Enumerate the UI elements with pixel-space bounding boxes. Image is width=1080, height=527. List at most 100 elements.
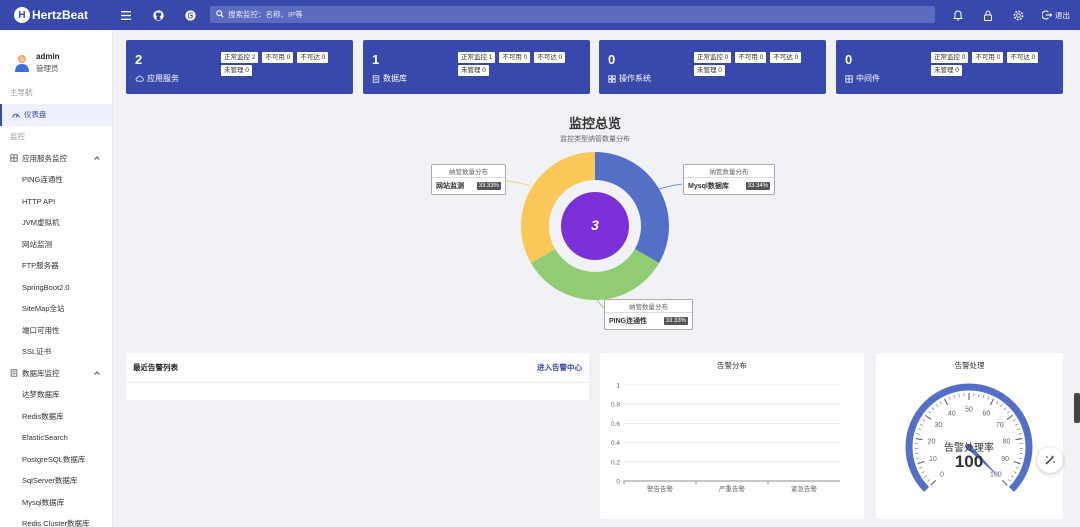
status-tag[interactable]: 未管理 0 — [221, 65, 252, 76]
gauge-tick — [1000, 404, 1003, 407]
gitee-icon[interactable] — [184, 9, 196, 21]
gauge-tick — [1018, 457, 1022, 460]
gauge-tick — [1013, 461, 1021, 465]
gauge-tick — [943, 398, 949, 406]
status-tag[interactable]: 不可达 0 — [297, 52, 329, 63]
recent-alerts-title: 最近告警列表 — [133, 363, 178, 372]
logout-label: 退出 — [1055, 10, 1070, 20]
status-tag[interactable]: 未管理 0 — [458, 65, 489, 76]
gauge-tick — [953, 395, 956, 399]
github-icon[interactable] — [152, 9, 164, 21]
alert-center-link[interactable]: 进入告警中心 — [537, 362, 582, 373]
overview-subtitle: 监控类型纳管数量分布 — [560, 136, 630, 143]
tooltip-percent: 33.34% — [745, 182, 770, 190]
menu-icon[interactable] — [120, 9, 132, 21]
user-info[interactable]: admin 管理员 — [0, 30, 112, 82]
magic-wand-icon — [1045, 455, 1055, 465]
middleware-icon — [845, 74, 853, 83]
card-label: 数据库 — [383, 74, 407, 83]
gauge-tick — [939, 401, 942, 405]
donut-center-total: 3 — [591, 217, 599, 233]
tooltip-percent: 33.33% — [663, 317, 688, 325]
stat-card-database[interactable]: 1 数据库 正常监控 1 不可用 0 不可达 0 未管理 0 — [363, 40, 590, 94]
stat-card-app-service[interactable]: 2 应用服务 正常监控 2 不可用 0 不可达 0 未管理 0 — [126, 40, 353, 94]
search-bar[interactable] — [210, 6, 935, 23]
gauge-tick — [1001, 479, 1008, 486]
status-tag[interactable]: 正常监控 0 — [694, 52, 732, 63]
status-tag[interactable]: 未管理 0 — [694, 65, 725, 76]
sidebar-submenu-label: 应用服务监控 — [22, 153, 67, 163]
status-tag[interactable]: 不可用 0 — [972, 52, 1004, 63]
status-tag[interactable]: 不可用 0 — [262, 52, 294, 63]
sidebar-item-db-6[interactable]: Redis Cluster数据库 — [0, 513, 112, 527]
sidebar-item-db-2[interactable]: ElasticSearch — [0, 427, 112, 449]
overview-donut-chart[interactable]: 3 — [519, 150, 671, 302]
gauge-tick-label: 100 — [990, 471, 1002, 478]
gauge-tick — [987, 396, 990, 400]
sidebar-item-app-2[interactable]: JVM虚拟机 — [0, 212, 112, 234]
gauge-tick — [930, 479, 937, 486]
sidebar-item-db-0[interactable]: 达梦数据库 — [0, 384, 112, 406]
sidebar: admin 管理员 主导航 仪表盘 监控 应用服务监控 PING连通性 HTTP … — [0, 30, 113, 527]
status-tag[interactable]: 未管理 0 — [931, 65, 962, 76]
sidebar-item-app-4[interactable]: FTP服务器 — [0, 255, 112, 277]
gauge-tick — [989, 398, 995, 406]
database-menu-icon — [10, 369, 18, 377]
sidebar-submenu-app-service[interactable]: 应用服务监控 — [0, 148, 112, 170]
gauge-tick — [1006, 414, 1014, 420]
recent-alerts-panel: 最近告警列表 进入告警中心 — [126, 353, 589, 400]
sidebar-item-app-6[interactable]: SiteMap全站 — [0, 298, 112, 320]
logo[interactable]: H HertzBeat — [0, 7, 110, 23]
sidebar-item-app-8[interactable]: SSL证书 — [0, 341, 112, 363]
gauge-tick — [1008, 479, 1011, 482]
settings-icon[interactable] — [1012, 9, 1024, 21]
sidebar-item-db-3[interactable]: PostgreSQL数据库 — [0, 449, 112, 471]
status-tag[interactable]: 不可达 0 — [534, 52, 566, 63]
gauge-value: 100 — [955, 452, 983, 471]
card-label: 应用服务 — [147, 74, 179, 83]
card-label: 中间件 — [856, 74, 880, 83]
sidebar-submenu-database[interactable]: 数据库监控 — [0, 363, 112, 385]
gauge-tick — [1007, 411, 1010, 414]
logout-button[interactable]: 退出 — [1042, 10, 1070, 21]
gauge-tick — [920, 423, 923, 426]
alert-distribution-chart[interactable]: 0 0.2 0.4 0.6 0.8 1 警告告警 严重告警 紧急告警 — [600, 369, 864, 519]
bell-icon[interactable] — [952, 9, 964, 21]
status-tag[interactable]: 不可用 0 — [735, 52, 767, 63]
sidebar-item-app-1[interactable]: HTTP API — [0, 191, 112, 213]
sidebar-item-app-3[interactable]: 网站监测 — [0, 234, 112, 256]
gauge-tick — [1018, 433, 1022, 435]
magic-wand-button[interactable] — [1037, 447, 1063, 473]
search-input[interactable] — [228, 10, 908, 19]
donut-tooltip-website: 纳管数量分布 网站监测 33.33% — [431, 164, 506, 195]
user-role: 管理员 — [36, 64, 59, 73]
status-tag[interactable]: 不可用 0 — [499, 52, 531, 63]
overview-title: 监控总览 — [568, 116, 621, 131]
database-icon — [372, 74, 380, 83]
page-scrollbar[interactable] — [1074, 393, 1080, 423]
alert-handling-gauge[interactable]: 0102030405060708090100告警处理率100 — [876, 367, 1063, 517]
status-tag[interactable]: 正常监控 0 — [931, 52, 969, 63]
sidebar-item-db-5[interactable]: Mysql数据库 — [0, 492, 112, 514]
stat-card-os[interactable]: 0 操作系统 正常监控 0 不可用 0 不可达 0 未管理 0 — [599, 40, 826, 94]
y-tick-label: 0.8 — [611, 402, 620, 409]
os-icon — [608, 74, 616, 83]
x-tick-label: 警告告警 — [647, 484, 674, 493]
sidebar-item-app-0[interactable]: PING连通性 — [0, 169, 112, 191]
lock-icon[interactable] — [982, 9, 994, 21]
gauge-tick-label: 90 — [1001, 456, 1009, 463]
sidebar-item-app-5[interactable]: SpringBoot2.0 — [0, 277, 112, 299]
logo-mark-icon: H — [14, 7, 30, 23]
gauge-tick — [922, 419, 926, 422]
status-tag[interactable]: 不可达 0 — [1007, 52, 1039, 63]
sidebar-item-db-1[interactable]: Redis数据库 — [0, 406, 112, 428]
stat-card-middleware[interactable]: 0 中间件 正常监控 0 不可用 0 不可达 0 未管理 0 — [836, 40, 1063, 94]
y-tick-label: 0.6 — [611, 421, 620, 428]
status-tag[interactable]: 不可达 0 — [770, 52, 802, 63]
status-tag[interactable]: 正常监控 1 — [458, 52, 496, 63]
gauge-tick — [996, 401, 999, 405]
status-tag[interactable]: 正常监控 2 — [221, 52, 259, 63]
y-tick-label: 0.4 — [611, 440, 620, 447]
sidebar-item-app-7[interactable]: 端口可用性 — [0, 320, 112, 342]
sidebar-item-db-4[interactable]: SqlServer数据库 — [0, 470, 112, 492]
